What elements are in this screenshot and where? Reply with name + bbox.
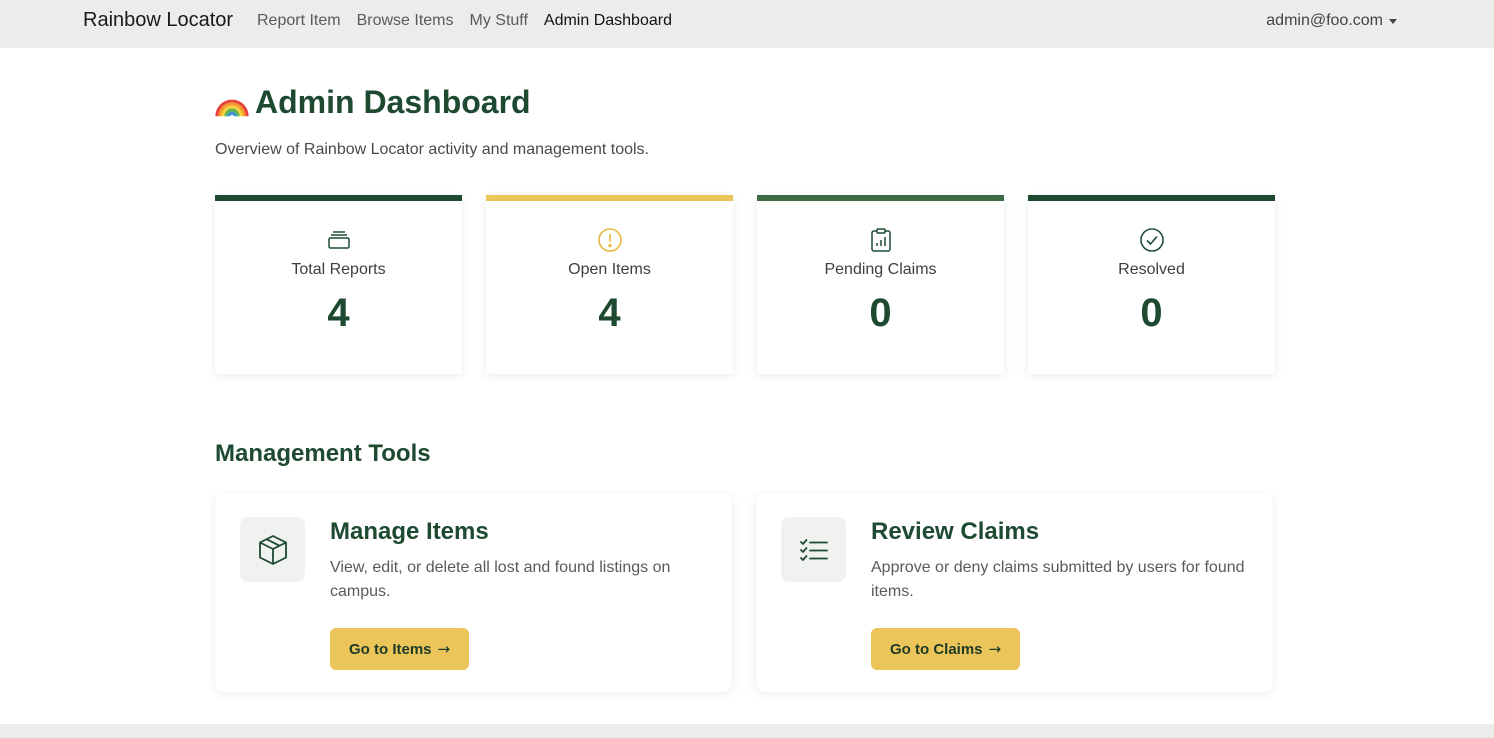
stat-card-total-reports: Total Reports 4 bbox=[215, 195, 462, 374]
go-to-items-button[interactable]: Go to Items → bbox=[330, 628, 470, 670]
tool-body: Manage Items View, edit, or delete all l… bbox=[330, 518, 710, 670]
button-label: Go to Items bbox=[349, 640, 432, 658]
stack-icon bbox=[327, 231, 350, 249]
tool-title: Review Claims bbox=[871, 518, 1040, 545]
nav-admin-dashboard[interactable]: Admin Dashboard bbox=[544, 12, 672, 30]
nav-browse-items[interactable]: Browse Items bbox=[357, 12, 454, 30]
page-header: Admin Dashboard Overview of Rainbow Loca… bbox=[215, 84, 649, 159]
stat-card-pending-claims: Pending Claims 0 bbox=[757, 195, 1004, 374]
box-icon bbox=[258, 534, 287, 565]
tool-title: Manage Items bbox=[330, 518, 489, 545]
section-title-management: Management Tools bbox=[215, 440, 431, 467]
user-menu-dropdown[interactable]: admin@foo.com bbox=[1266, 12, 1397, 30]
stat-value: 0 bbox=[1140, 291, 1163, 335]
stat-card-resolved: Resolved 0 bbox=[1028, 195, 1275, 374]
check-circle-icon bbox=[1139, 228, 1164, 252]
button-label: Go to Claims bbox=[890, 640, 983, 658]
checklist-icon bbox=[799, 538, 828, 561]
management-tools: Manage Items View, edit, or delete all l… bbox=[215, 493, 1273, 692]
rainbow-icon bbox=[215, 99, 249, 117]
caret-down-icon bbox=[1389, 19, 1397, 24]
tool-icon-box bbox=[240, 517, 305, 582]
tool-card-manage-items: Manage Items View, edit, or delete all l… bbox=[215, 493, 732, 692]
nav-my-stuff[interactable]: My Stuff bbox=[470, 12, 528, 30]
stat-label: Resolved bbox=[1118, 261, 1185, 278]
go-to-claims-button[interactable]: Go to Claims → bbox=[871, 628, 1021, 670]
user-email: admin@foo.com bbox=[1266, 12, 1383, 29]
stat-value: 4 bbox=[598, 291, 621, 335]
stat-label: Total Reports bbox=[291, 261, 386, 278]
stats-row: Total Reports 4 Open Items 4 Pending Cla… bbox=[215, 195, 1275, 374]
stat-value: 4 bbox=[327, 291, 350, 335]
top-navbar: Rainbow Locator Report Item Browse Items… bbox=[0, 0, 1494, 48]
page-title: Admin Dashboard bbox=[255, 84, 531, 120]
brand-link[interactable]: Rainbow Locator bbox=[83, 9, 233, 32]
stat-value: 0 bbox=[869, 291, 892, 335]
arrow-right-icon: → bbox=[437, 640, 451, 658]
title-row: Admin Dashboard bbox=[215, 84, 649, 121]
page-subtitle: Overview of Rainbow Locator activity and… bbox=[215, 141, 649, 158]
footer-strip bbox=[0, 724, 1494, 738]
clipboard-chart-icon bbox=[870, 228, 891, 252]
stat-card-open-items: Open Items 4 bbox=[486, 195, 733, 374]
arrow-right-icon: → bbox=[988, 640, 1002, 658]
tool-icon-box bbox=[781, 517, 846, 582]
tool-body: Review Claims Approve or deny claims sub… bbox=[871, 518, 1251, 670]
tool-description: Approve or deny claims submitted by user… bbox=[871, 559, 1245, 600]
tool-card-review-claims: Review Claims Approve or deny claims sub… bbox=[756, 493, 1273, 692]
tool-description: View, edit, or delete all lost and found… bbox=[330, 559, 671, 600]
stat-label: Open Items bbox=[568, 261, 651, 278]
stat-label: Pending Claims bbox=[824, 261, 937, 278]
nav-report-item[interactable]: Report Item bbox=[257, 12, 341, 30]
nav-links: Report Item Browse Items My Stuff Admin … bbox=[257, 12, 672, 30]
exclamation-circle-icon bbox=[597, 228, 622, 252]
